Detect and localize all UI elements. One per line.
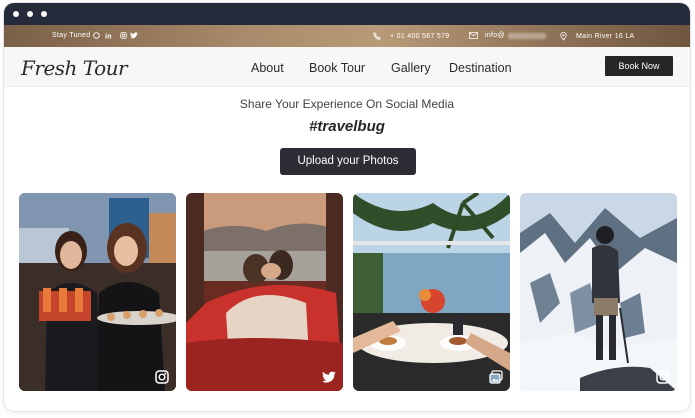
whatsapp-icon[interactable] — [93, 32, 101, 39]
gallery-photo[interactable] — [186, 193, 343, 391]
phone-contact[interactable]: + 01 400 567 579 — [373, 32, 450, 40]
hashtag-heading: #travelbug — [309, 118, 385, 135]
twitter-icon[interactable] — [322, 370, 336, 384]
email-contact[interactable]: info@ — [469, 32, 546, 39]
gallery-photo[interactable] — [520, 193, 677, 391]
mountain-hiker-photo — [520, 193, 677, 391]
section-subtitle: Share Your Experience On Social Media — [239, 97, 455, 111]
instagram-icon[interactable] — [656, 370, 670, 384]
nav-link-destination[interactable]: Destination — [449, 61, 512, 75]
instagram-icon[interactable] — [120, 32, 128, 39]
breakfast-photo — [353, 193, 510, 391]
upload-photos-button[interactable]: Upload your Photos — [280, 148, 416, 175]
blurred-email-domain — [507, 32, 546, 39]
book-now-button[interactable]: Book Now — [605, 56, 673, 76]
email-address: info@ — [485, 32, 505, 39]
friends-photo — [19, 193, 176, 391]
nav-link-gallery[interactable]: Gallery — [391, 61, 431, 75]
window-dot-icon[interactable] — [27, 11, 33, 17]
gallery-photo[interactable] — [19, 193, 176, 391]
social-links: Stay Tuned in — [52, 32, 139, 39]
social-label: Stay Tuned — [52, 32, 91, 39]
window-dot-icon[interactable] — [41, 11, 47, 17]
main-navigation: Fresh Tour About Book Tour Gallery Desti… — [4, 47, 690, 87]
window-dot-icon[interactable] — [13, 11, 19, 17]
address-text: Main River 16 LA — [576, 33, 635, 40]
linkedin-icon[interactable]: in — [103, 32, 117, 39]
site-logo[interactable]: Fresh Tour — [21, 56, 128, 80]
svg-text:in: in — [106, 33, 113, 39]
location-pin-icon — [560, 32, 567, 41]
phone-icon — [373, 32, 381, 40]
camper-van-photo — [186, 193, 343, 391]
address-contact: Main River 16 LA — [560, 32, 635, 41]
mail-icon — [469, 32, 478, 39]
instagram-icon[interactable] — [155, 370, 169, 384]
nav-link-book-tour[interactable]: Book Tour — [309, 61, 365, 75]
contact-bar: Stay Tuned in + 01 400 567 579 info@ Mai… — [4, 25, 690, 47]
browser-title-bar — [4, 3, 690, 25]
phone-number: + 01 400 567 579 — [390, 32, 450, 40]
twitter-icon[interactable] — [130, 32, 139, 39]
nav-link-about[interactable]: About — [251, 61, 284, 75]
gallery-icon[interactable] — [489, 370, 503, 384]
browser-window: Stay Tuned in + 01 400 567 579 info@ Mai… — [4, 3, 690, 411]
gallery-photo[interactable] — [353, 193, 510, 391]
